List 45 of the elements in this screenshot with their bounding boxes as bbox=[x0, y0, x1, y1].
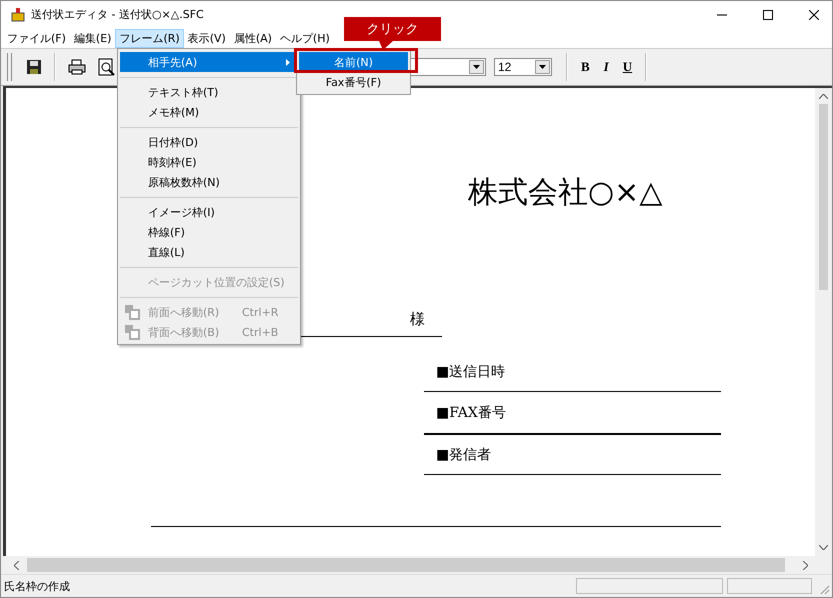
menu-item[interactable]: 表示(V) bbox=[184, 28, 230, 48]
menu-item[interactable]: ヘルプ(H) bbox=[276, 28, 334, 48]
font-size-dropdown[interactable]: 12 bbox=[494, 58, 552, 76]
menu-item[interactable]: テキスト枠(T) bbox=[120, 82, 298, 102]
scroll-right-icon[interactable] bbox=[803, 560, 808, 570]
menu-item[interactable]: Fax番号(F) bbox=[299, 72, 408, 92]
scroll-down-icon[interactable] bbox=[819, 545, 828, 550]
field-label: ■FAX番号 bbox=[436, 404, 506, 422]
bold-button[interactable]: B bbox=[574, 59, 597, 75]
menu-item[interactable]: ファイル(F) bbox=[3, 28, 70, 48]
italic-button[interactable]: I bbox=[596, 59, 616, 75]
menu-item[interactable]: メモ枠(M) bbox=[120, 102, 298, 122]
status-text: 氏名枠の作成 bbox=[4, 578, 70, 594]
menu-item[interactable]: 時刻枠(E) bbox=[120, 152, 298, 172]
scroll-up-icon[interactable] bbox=[819, 94, 828, 99]
preview-icon[interactable] bbox=[98, 58, 116, 76]
menu-item[interactable]: 編集(E) bbox=[70, 28, 116, 48]
menu-item[interactable]: 枠線(F) bbox=[120, 222, 298, 242]
scrollbar-thumb[interactable] bbox=[819, 104, 828, 290]
window-title: 送付状エディタ - 送付状○×△.SFC bbox=[31, 7, 204, 22]
company-name: 株式会社○×△ bbox=[468, 174, 662, 212]
honorific-text: 様 bbox=[410, 310, 425, 329]
dropdown-arrow-icon bbox=[473, 65, 480, 69]
printer-icon[interactable] bbox=[68, 59, 86, 75]
callout-text: クリック bbox=[366, 21, 418, 38]
field-label: ■送信日時 bbox=[436, 363, 506, 381]
menu-item[interactable]: 名前(N) bbox=[299, 52, 408, 72]
save-icon[interactable] bbox=[26, 59, 42, 75]
menu-item[interactable]: 直線(L) bbox=[120, 242, 298, 262]
field-label: ■発信者 bbox=[436, 446, 492, 464]
scroll-left-icon[interactable] bbox=[14, 560, 19, 570]
resize-grip-icon[interactable] bbox=[818, 583, 830, 595]
underline-button[interactable]: U bbox=[616, 59, 640, 75]
scrollbar-thumb[interactable] bbox=[27, 558, 785, 572]
app-icon bbox=[10, 6, 26, 22]
layers-icon bbox=[124, 304, 140, 320]
menu-item[interactable]: 属性(A) bbox=[230, 28, 276, 48]
menu-item[interactable]: 原稿枚数枠(N) bbox=[120, 172, 298, 192]
dropdown-arrow-icon bbox=[539, 65, 546, 69]
maximize-icon[interactable] bbox=[763, 10, 773, 20]
menu-item[interactable]: イメージ枠(I) bbox=[120, 202, 298, 222]
close-icon[interactable] bbox=[809, 10, 819, 20]
menu-item[interactable]: フレーム(R) bbox=[115, 28, 184, 48]
layers-icon bbox=[124, 324, 140, 340]
menu-item[interactable]: 日付枠(D) bbox=[120, 132, 298, 152]
